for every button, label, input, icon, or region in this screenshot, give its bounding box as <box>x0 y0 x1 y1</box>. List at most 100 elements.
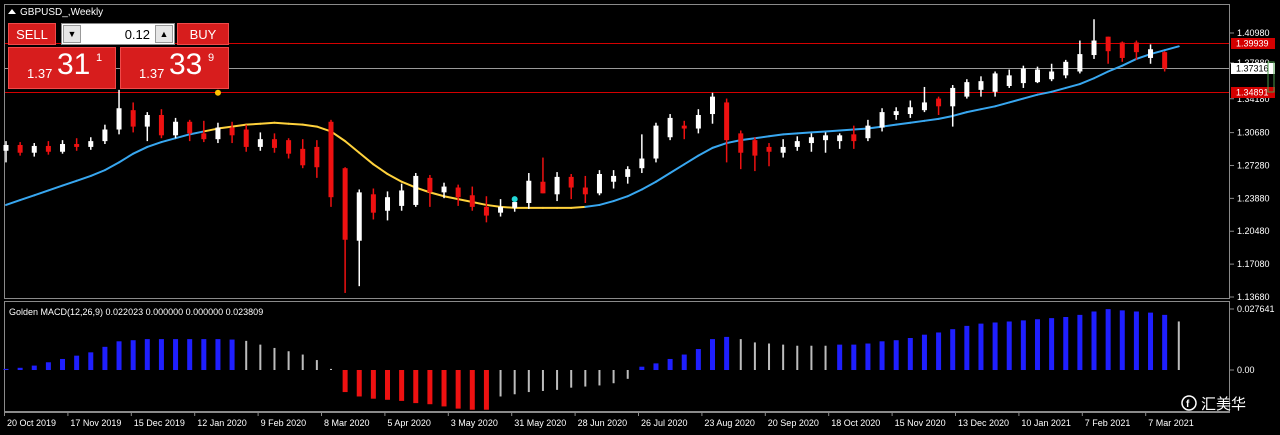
candle-body <box>243 129 249 147</box>
current-price-value: 1.37316 <box>1236 64 1269 74</box>
candle-body <box>60 144 66 152</box>
window-title: GBPUSD_,Weekly <box>20 7 103 18</box>
ask-price-pips: 33 <box>169 48 203 81</box>
candle-body <box>1077 54 1083 72</box>
candle-body <box>257 139 263 147</box>
candle-body <box>116 108 122 130</box>
ask-price-prefix: 1.37 <box>139 66 165 81</box>
candle-body <box>851 134 857 142</box>
candle-body <box>441 186 447 193</box>
candle <box>653 122 659 163</box>
candle-body <box>328 121 334 198</box>
candle-body <box>88 141 94 147</box>
candle-body <box>314 146 320 168</box>
time-tick-label: 7 Feb 2021 <box>1085 418 1131 428</box>
time-tick-label: 26 Jul 2020 <box>641 418 688 428</box>
candle-body <box>399 190 405 206</box>
candle-body <box>45 145 51 152</box>
candle-body <box>455 187 461 198</box>
candle-body <box>356 192 362 241</box>
candle-body <box>413 175 419 205</box>
candle-body <box>300 148 306 166</box>
candle-body <box>526 180 532 204</box>
candle-body <box>978 81 984 90</box>
candle-body <box>582 187 588 195</box>
candle-body <box>893 111 899 116</box>
time-tick-label: 7 Mar 2021 <box>1148 418 1194 428</box>
indicator-label: Golden MACD(12,26,9) 0.022023 0.000000 0… <box>9 307 263 317</box>
candle-body <box>342 168 348 240</box>
candle-body <box>74 144 80 147</box>
bid-price-prefix: 1.37 <box>27 66 53 81</box>
time-tick-label: 12 Jan 2020 <box>197 418 247 428</box>
lot-size-input[interactable] <box>84 26 150 42</box>
candle-body <box>1034 69 1040 83</box>
time-tick-label: 23 Aug 2020 <box>704 418 755 428</box>
candle-body <box>554 176 560 195</box>
candle-body <box>286 140 292 154</box>
candle-body <box>158 115 164 136</box>
price-tick-label: 1.40980 <box>1237 28 1270 38</box>
candle-body <box>1091 40 1097 56</box>
candle-body <box>173 121 179 136</box>
lot-size-field: ▼ ▲ <box>61 23 175 45</box>
candle-body <box>752 140 758 156</box>
candle-body <box>1148 49 1154 58</box>
time-tick-label: 20 Oct 2019 <box>7 418 56 428</box>
candle <box>667 114 673 141</box>
candle-body <box>964 82 970 97</box>
candle-body <box>229 127 235 136</box>
sell-price-button[interactable]: 1.37 31 1 <box>8 47 116 89</box>
buy-price-button[interactable]: 1.37 33 9 <box>120 47 229 89</box>
price-tick-label: 1.30680 <box>1237 128 1270 138</box>
time-tick-label: 20 Sep 2020 <box>768 418 819 428</box>
time-tick-label: 15 Dec 2019 <box>134 418 185 428</box>
buy-button[interactable]: BUY <box>177 23 229 45</box>
candle-body <box>738 133 744 153</box>
candle-body <box>1049 71 1055 80</box>
ma-segment <box>245 122 262 126</box>
candle-body <box>936 98 942 107</box>
candle-body <box>1063 61 1069 76</box>
time-tick-label: 9 Feb 2020 <box>261 418 307 428</box>
candle-body <box>879 112 885 128</box>
candle-body <box>512 202 518 208</box>
time-tick-label: 5 Apr 2020 <box>387 418 431 428</box>
candle-body <box>427 177 433 193</box>
candle-body <box>130 110 136 127</box>
time-tick-label: 8 Mar 2020 <box>324 418 370 428</box>
signal-marker <box>214 89 221 96</box>
candle-body <box>31 145 37 153</box>
ma-segment <box>810 130 827 134</box>
lot-decrease-button[interactable]: ▼ <box>63 25 81 43</box>
candle-body <box>1020 68 1026 84</box>
candle-body <box>385 197 391 211</box>
bid-price-pips: 31 <box>57 48 91 81</box>
time-tick-label: 17 Nov 2019 <box>70 418 121 428</box>
indicator-tick-label: 0.027641 <box>1237 304 1275 314</box>
candle-body <box>17 144 23 153</box>
lower-level-value: 1.34891 <box>1236 88 1269 98</box>
candle-body <box>667 117 673 138</box>
sell-button[interactable]: SELL <box>8 23 56 45</box>
lot-increase-button[interactable]: ▲ <box>155 25 173 43</box>
price-tick-label: 1.27280 <box>1237 160 1270 170</box>
candle-body <box>907 107 913 115</box>
candle-body <box>808 137 814 144</box>
ma-segment <box>782 132 799 136</box>
one-click-trading-panel: SELL ▼ ▲ BUY 1.37 31 1 1.37 33 9 <box>8 23 229 89</box>
ma-segment <box>796 131 813 135</box>
candle-body <box>865 125 871 139</box>
candle-body <box>540 181 546 194</box>
ask-price-fraction: 9 <box>208 52 215 64</box>
indicator-tick-label: 0.00 <box>1237 365 1255 375</box>
watermark-text: 汇美华 <box>1201 396 1246 413</box>
upper-level-value: 1.39939 <box>1236 39 1269 49</box>
candle-body <box>724 102 730 141</box>
candle-body <box>611 175 617 182</box>
time-tick-label: 15 Nov 2020 <box>895 418 946 428</box>
candle-body <box>681 125 687 129</box>
candle-body <box>201 133 207 140</box>
candle-body <box>271 139 277 148</box>
time-tick-label: 13 Dec 2020 <box>958 418 1009 428</box>
